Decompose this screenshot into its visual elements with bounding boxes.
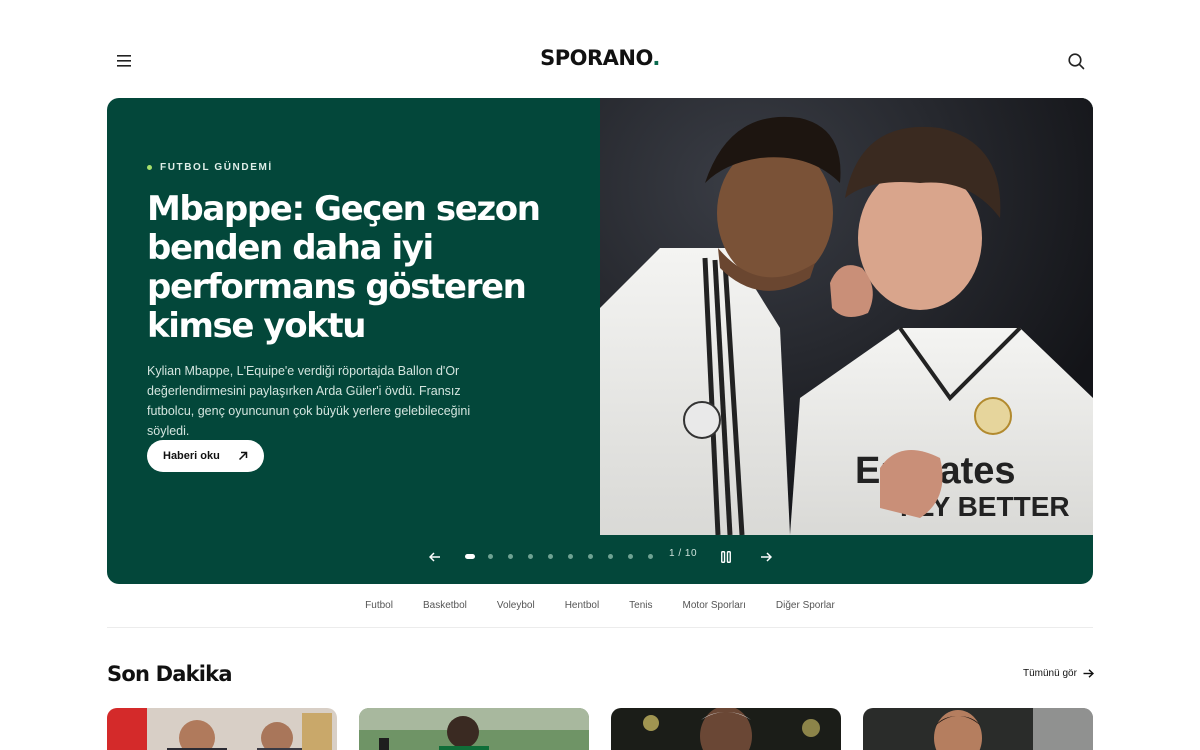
kicker-label: FUTBOL GÜNDEMİ — [160, 162, 273, 173]
pause-icon[interactable] — [716, 547, 736, 567]
news-card[interactable] — [359, 708, 589, 750]
kicker-bullet-icon — [147, 165, 152, 170]
slider-dot[interactable] — [508, 554, 513, 559]
site-header: SPORANO. — [0, 0, 1200, 98]
arrow-up-right-icon — [238, 451, 248, 461]
hero-title[interactable]: Mbappe: Geçen sezon benden daha iyi perf… — [147, 190, 547, 346]
arrow-right-icon — [1083, 669, 1094, 678]
see-all-label: Tümünü gör — [1023, 668, 1077, 679]
category-link-hentbol[interactable]: Hentbol — [565, 596, 599, 627]
slider-dot[interactable] — [488, 554, 493, 559]
category-link-voleybol[interactable]: Voleybol — [497, 596, 535, 627]
slider-dot[interactable] — [528, 554, 533, 559]
hero-image[interactable]: Emirates FLY BETTER — [600, 98, 1093, 535]
search-icon[interactable] — [1062, 47, 1090, 75]
arrow-right-icon[interactable] — [756, 547, 776, 567]
slider-dot[interactable] — [465, 554, 475, 559]
see-all-link[interactable]: Tümünü gör — [1023, 668, 1094, 679]
hero-slider: FUTBOL GÜNDEMİ Mbappe: Geçen sezon bende… — [107, 98, 1093, 584]
arrow-left-icon[interactable] — [425, 547, 445, 567]
logo-dot: . — [652, 46, 660, 70]
slider-controls: 1 / 10 — [107, 535, 1093, 584]
slide-counter: 1 / 10 — [669, 548, 698, 559]
news-card[interactable] — [863, 708, 1093, 750]
news-cards — [107, 708, 1093, 750]
category-link-basketbol[interactable]: Basketbol — [423, 596, 467, 627]
slider-dot[interactable] — [588, 554, 593, 559]
section-title: Son Dakika — [107, 662, 233, 686]
news-card[interactable] — [611, 708, 841, 750]
slider-dot[interactable] — [608, 554, 613, 559]
news-card[interactable] — [107, 708, 337, 750]
slider-dots — [465, 554, 668, 559]
site-logo: SPORANO. — [0, 46, 1200, 70]
category-link-futbol[interactable]: Futbol — [365, 596, 393, 627]
logo-text: SPORANO — [540, 46, 653, 70]
category-nav: Futbol Basketbol Voleybol Hentbol Tenis … — [107, 596, 1093, 628]
slider-dot[interactable] — [628, 554, 633, 559]
slider-dot[interactable] — [568, 554, 573, 559]
logo-link[interactable]: SPORANO. — [540, 46, 660, 70]
category-link-tenis[interactable]: Tenis — [629, 596, 652, 627]
read-article-button[interactable]: Haberi oku — [147, 440, 264, 472]
read-article-label: Haberi oku — [163, 450, 220, 462]
hero-content: FUTBOL GÜNDEMİ Mbappe: Geçen sezon bende… — [147, 98, 567, 535]
hamburger-menu-icon[interactable] — [110, 47, 138, 75]
slider-dot[interactable] — [648, 554, 653, 559]
category-link-diger-sporlar[interactable]: Diğer Sporlar — [776, 596, 835, 627]
hero-kicker: FUTBOL GÜNDEMİ — [147, 162, 273, 173]
slider-dot[interactable] — [548, 554, 553, 559]
category-link-motor-sporlari[interactable]: Motor Sporları — [683, 596, 746, 627]
hero-description: Kylian Mbappe, L'Equipe'e verdiği röport… — [147, 364, 471, 438]
